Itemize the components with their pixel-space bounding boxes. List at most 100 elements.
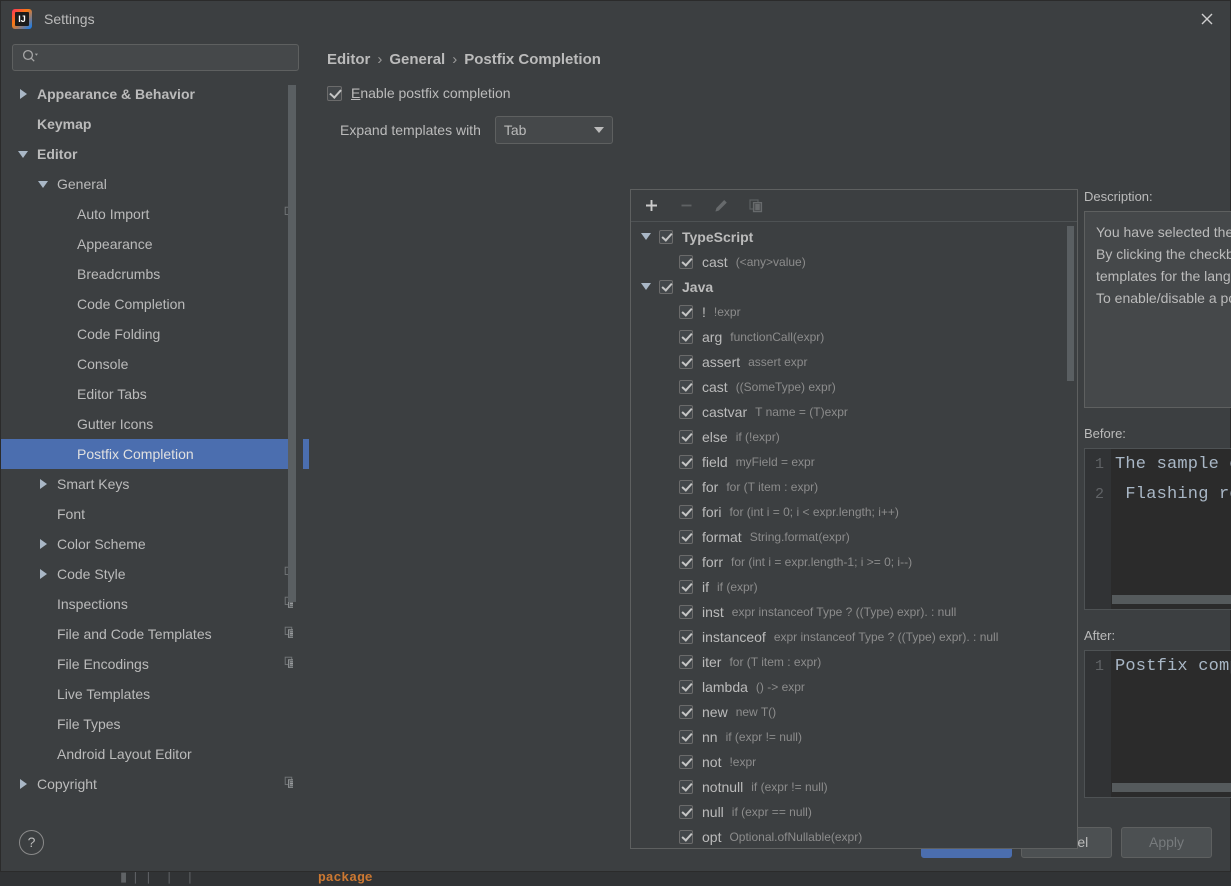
sidebar-scrollbar-thumb[interactable] [288, 85, 296, 602]
template-checkbox[interactable] [679, 529, 693, 544]
close-icon[interactable] [1184, 1, 1230, 36]
template-checkbox[interactable] [679, 729, 693, 744]
template-checkbox[interactable] [679, 304, 693, 319]
template-row[interactable]: null if (expr == null) [631, 799, 1077, 824]
template-row[interactable]: forr for (int i = expr.length-1; i >= 0; … [631, 549, 1077, 574]
template-row[interactable]: notnull if (expr != null) [631, 774, 1077, 799]
chevron-down-icon[interactable] [35, 180, 51, 188]
sidebar-item-editor-tabs[interactable]: Editor Tabs [1, 379, 309, 409]
remove-template-button[interactable] [677, 197, 695, 215]
template-row[interactable]: new new T() [631, 699, 1077, 724]
sidebar-item-console[interactable]: Console [1, 349, 309, 379]
template-row[interactable]: fori for (int i = 0; i < expr.length; i++… [631, 499, 1077, 524]
template-row[interactable]: for for (T item : expr) [631, 474, 1077, 499]
template-row[interactable]: cast (<any>value) [631, 249, 1077, 274]
template-row[interactable]: instanceof expr instanceof Type ? ((Type)… [631, 624, 1077, 649]
sidebar-item-file-encodings[interactable]: File Encodings [1, 649, 309, 679]
sidebar-item-auto-import[interactable]: Auto Import [1, 199, 309, 229]
template-row[interactable]: inst expr instanceof Type ? ((Type) expr)… [631, 599, 1077, 624]
expand-templates-select[interactable]: Tab [494, 116, 613, 144]
template-checkbox[interactable] [679, 779, 693, 794]
search-input[interactable] [39, 50, 298, 65]
sidebar-scrollbar-track[interactable] [288, 77, 303, 813]
template-row[interactable]: cast ((SomeType) expr) [631, 374, 1077, 399]
sidebar-item-appearance-behavior[interactable]: Appearance & Behavior [1, 79, 309, 109]
sidebar-item-color-scheme[interactable]: Color Scheme [1, 529, 309, 559]
template-checkbox[interactable] [679, 579, 693, 594]
template-row[interactable]: if if (expr) [631, 574, 1077, 599]
copy-template-button[interactable] [747, 197, 765, 215]
chevron-down-icon[interactable] [637, 283, 655, 290]
template-row[interactable]: arg functionCall(expr) [631, 324, 1077, 349]
sidebar-item-inspections[interactable]: Inspections [1, 589, 309, 619]
template-group-checkbox[interactable] [659, 229, 673, 244]
help-button[interactable]: ? [19, 829, 44, 855]
template-row[interactable]: iter for (T item : expr) [631, 649, 1077, 674]
template-checkbox[interactable] [679, 804, 693, 819]
sidebar-item-code-folding[interactable]: Code Folding [1, 319, 309, 349]
template-row[interactable]: lambda () -> expr [631, 674, 1077, 699]
template-checkbox[interactable] [679, 504, 693, 519]
template-row[interactable]: not !expr [631, 749, 1077, 774]
template-row[interactable]: format String.format(expr) [631, 524, 1077, 549]
before-horizontal-scrollbar[interactable] [1112, 595, 1231, 604]
template-row[interactable]: nn if (expr != null) [631, 724, 1077, 749]
sidebar-item-general[interactable]: General [1, 169, 309, 199]
template-checkbox[interactable] [679, 479, 693, 494]
add-template-button[interactable] [642, 197, 660, 215]
sidebar-item-code-style[interactable]: Code Style [1, 559, 309, 589]
template-checkbox[interactable] [679, 679, 693, 694]
sidebar-item-copyright[interactable]: Copyright [1, 769, 309, 799]
sidebar-item-editor[interactable]: Editor [1, 139, 309, 169]
sidebar-item-live-templates[interactable]: Live Templates [1, 679, 309, 709]
template-checkbox[interactable] [679, 629, 693, 644]
template-checkbox[interactable] [679, 379, 693, 394]
sidebar-item-keymap[interactable]: Keymap [1, 109, 309, 139]
template-checkbox[interactable] [679, 554, 693, 569]
template-group-row[interactable]: TypeScript [631, 224, 1077, 249]
template-group-row[interactable]: Java [631, 274, 1077, 299]
edit-template-button[interactable] [712, 197, 730, 215]
apply-button[interactable]: Apply [1121, 826, 1212, 858]
template-row[interactable]: assert assert expr [631, 349, 1077, 374]
sidebar-item-breadcrumbs[interactable]: Breadcrumbs [1, 259, 309, 289]
template-row[interactable]: else if (!expr) [631, 424, 1077, 449]
sidebar-item-android-layout-editor[interactable]: Android Layout Editor [1, 739, 309, 769]
after-horizontal-scrollbar[interactable] [1112, 783, 1231, 792]
sidebar-item-file-types[interactable]: File Types [1, 709, 309, 739]
template-row[interactable]: castvar T name = (T)expr [631, 399, 1077, 424]
template-checkbox[interactable] [679, 829, 693, 844]
breadcrumb-item[interactable]: Editor [327, 51, 370, 68]
sidebar-item-code-completion[interactable]: Code Completion [1, 289, 309, 319]
template-checkbox[interactable] [679, 329, 693, 344]
template-checkbox[interactable] [679, 754, 693, 769]
breadcrumb-item[interactable]: General [389, 51, 445, 68]
chevron-right-icon[interactable] [35, 569, 51, 579]
chevron-right-icon[interactable] [35, 539, 51, 549]
templates-scrollbar-track[interactable] [1067, 222, 1076, 848]
template-row[interactable]: field myField = expr [631, 449, 1077, 474]
template-checkbox[interactable] [679, 654, 693, 669]
chevron-down-icon[interactable] [637, 233, 655, 240]
template-group-checkbox[interactable] [659, 279, 673, 294]
sidebar-item-gutter-icons[interactable]: Gutter Icons [1, 409, 309, 439]
sidebar-item-smart-keys[interactable]: Smart Keys [1, 469, 309, 499]
template-checkbox[interactable] [679, 254, 693, 269]
template-checkbox[interactable] [679, 354, 693, 369]
template-checkbox[interactable] [679, 604, 693, 619]
enable-postfix-completion-checkbox[interactable] [327, 85, 342, 101]
template-checkbox[interactable] [679, 704, 693, 719]
sidebar-item-font[interactable]: Font [1, 499, 309, 529]
template-checkbox[interactable] [679, 454, 693, 469]
template-row[interactable]: opt Optional.ofNullable(expr) [631, 824, 1077, 848]
chevron-right-icon[interactable] [35, 479, 51, 489]
enable-postfix-completion-row[interactable]: Enable postfix completion [327, 85, 1214, 101]
search-box[interactable] [12, 44, 299, 71]
templates-scrollbar-thumb[interactable] [1067, 226, 1074, 381]
template-checkbox[interactable] [679, 404, 693, 419]
sidebar-item-appearance[interactable]: Appearance [1, 229, 309, 259]
chevron-right-icon[interactable] [15, 779, 31, 789]
sidebar-item-file-and-code-templates[interactable]: File and Code Templates [1, 619, 309, 649]
chevron-down-icon[interactable] [15, 150, 31, 158]
chevron-right-icon[interactable] [15, 89, 31, 99]
